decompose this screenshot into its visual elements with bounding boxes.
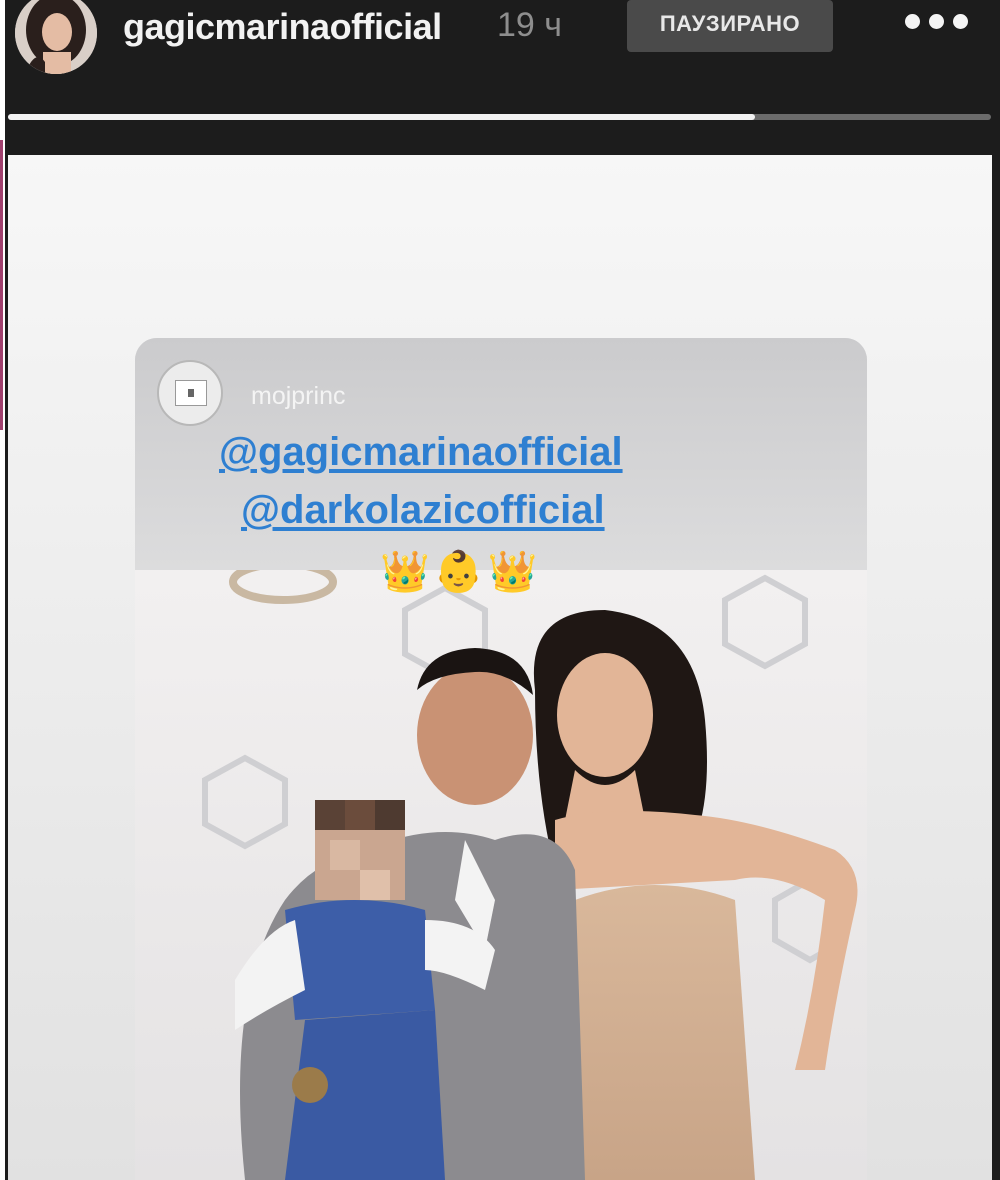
mention-link[interactable]: @gagicmarinaofficial: [219, 430, 623, 475]
story-progress-fill: [8, 114, 756, 120]
shared-post-header: mojprinc @gagicmarinaofficial @darkolazi…: [135, 338, 867, 570]
left-edge: [0, 0, 5, 1180]
story-timestamp: 19 ч: [497, 6, 562, 44]
shared-post-username[interactable]: mojprinc: [251, 382, 345, 411]
story-header: gagicmarinaofficial 19 ч ПАУЗИРАНО: [5, 0, 1000, 100]
shared-post-photo: [135, 570, 867, 1180]
emoji-row: 👑👶👑: [380, 550, 542, 594]
shared-post-card[interactable]: mojprinc @gagicmarinaofficial @darkolazi…: [135, 338, 867, 1180]
mention-link[interactable]: @darkolazicofficial: [241, 488, 605, 533]
shared-post-avatar[interactable]: [157, 360, 223, 426]
paused-badge: ПАУЗИРАНО: [627, 0, 833, 52]
story-content[interactable]: mojprinc @gagicmarinaofficial @darkolazi…: [8, 155, 992, 1180]
left-accent-bar: [0, 140, 3, 430]
profile-avatar[interactable]: [15, 0, 97, 74]
more-horizontal-icon[interactable]: [905, 14, 971, 34]
story-progress-bar: [8, 114, 991, 120]
story-username[interactable]: gagicmarinaofficial: [123, 6, 442, 48]
